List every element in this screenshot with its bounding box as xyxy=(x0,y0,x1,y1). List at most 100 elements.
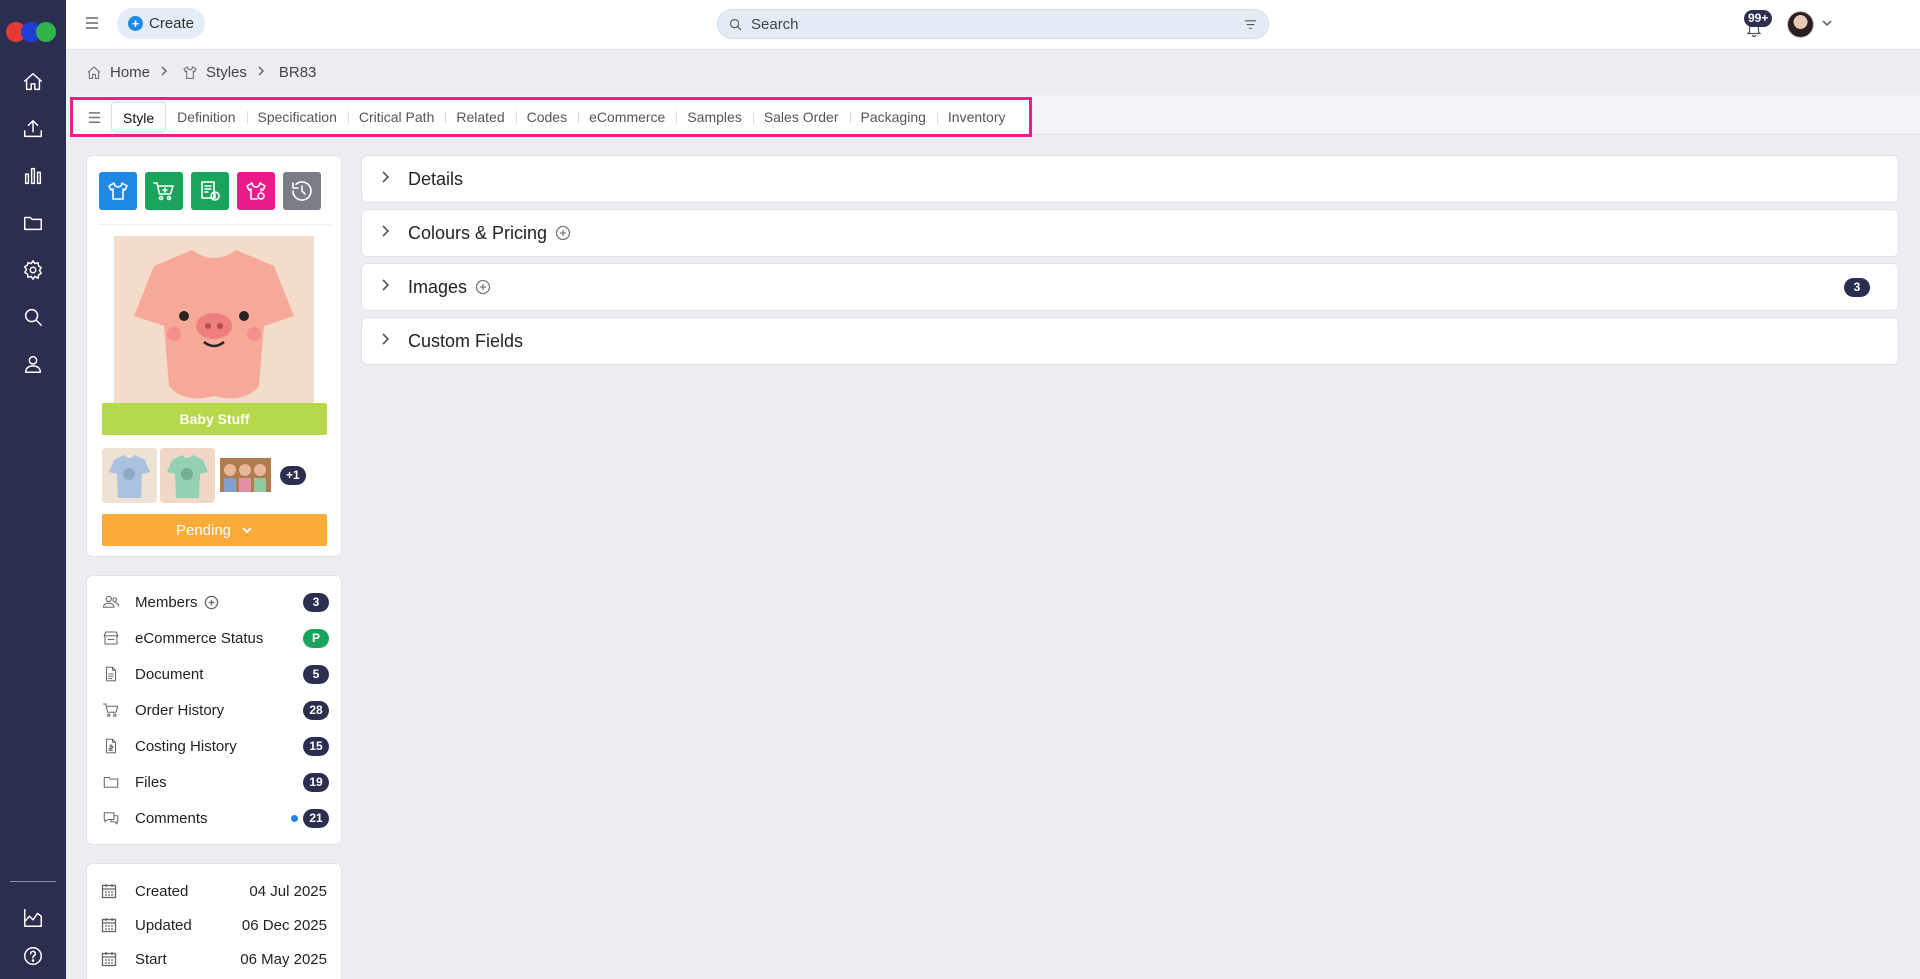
summary-card: Members 3 eCommerce Status P Document 5 … xyxy=(86,575,342,845)
tshirt-settings-icon[interactable] xyxy=(237,172,275,210)
search-icon[interactable] xyxy=(21,305,45,329)
tshirt-icon[interactable] xyxy=(99,172,137,210)
brand-label: Baby Stuff xyxy=(102,403,327,435)
tab-menu-icon[interactable] xyxy=(81,104,107,130)
left-rail xyxy=(0,0,66,979)
ecommerce-status-item[interactable]: eCommerce Status P xyxy=(87,620,341,656)
updated-label: Updated xyxy=(135,916,192,934)
chevron-right-icon xyxy=(378,170,392,189)
chevron-right-icon xyxy=(255,64,267,81)
members-label: Members xyxy=(135,593,198,611)
members-icon xyxy=(101,592,121,612)
chevron-right-icon xyxy=(378,332,392,351)
cart-icon xyxy=(101,700,121,720)
costing-document-icon xyxy=(101,736,121,756)
home-icon[interactable] xyxy=(21,70,45,94)
images-count: 3 xyxy=(1844,278,1870,297)
tab-packaging[interactable]: Packaging xyxy=(849,102,937,132)
menu-toggle-icon[interactable] xyxy=(84,15,104,31)
colours-pricing-section[interactable]: Colours & Pricing xyxy=(361,209,1899,257)
create-label: Create xyxy=(149,15,195,32)
section-title: Colours & Pricing xyxy=(408,222,548,243)
upload-icon[interactable] xyxy=(21,117,45,141)
order-history-label: Order History xyxy=(135,701,225,719)
breadcrumb-styles[interactable]: Styles xyxy=(206,64,247,81)
history-icon[interactable] xyxy=(283,172,321,210)
document-item[interactable]: Document 5 xyxy=(87,656,341,692)
breadcrumb-home[interactable]: Home xyxy=(110,64,150,81)
breadcrumb: Home Styles BR83 xyxy=(86,64,316,81)
tab-style[interactable]: Style xyxy=(111,102,167,132)
cart-add-icon[interactable] xyxy=(145,172,183,210)
order-history-item[interactable]: Order History 28 xyxy=(87,692,341,728)
status-dropdown[interactable]: Pending xyxy=(102,514,327,546)
chevron-right-icon xyxy=(378,278,392,297)
order-history-count: 28 xyxy=(303,700,329,720)
costing-history-count: 15 xyxy=(303,736,329,756)
members-count: 3 xyxy=(303,592,329,612)
images-section[interactable]: Images 3 xyxy=(361,263,1899,311)
chevron-down-icon[interactable] xyxy=(1820,16,1834,30)
tab-critical-path[interactable]: Critical Path xyxy=(347,102,445,132)
updated-date-row: Updated 06 Dec 2025 xyxy=(87,908,341,942)
add-circle-icon[interactable] xyxy=(555,225,571,241)
gear-icon[interactable] xyxy=(21,258,45,282)
section-title: Details xyxy=(408,168,464,189)
search-bar xyxy=(717,9,1269,39)
analytics-icon[interactable] xyxy=(21,906,45,930)
chevron-right-icon xyxy=(158,64,170,81)
user-icon[interactable] xyxy=(21,352,45,376)
ecommerce-status-badge: P xyxy=(303,628,329,648)
add-circle-icon[interactable] xyxy=(475,279,491,295)
thumbnail-image[interactable] xyxy=(160,448,215,503)
costing-history-label: Costing History xyxy=(135,737,237,755)
updated-value: 06 Dec 2025 xyxy=(241,916,327,934)
thumbnail-strip: +1 xyxy=(102,448,306,503)
files-count: 19 xyxy=(303,772,329,792)
filter-icon[interactable] xyxy=(1243,17,1258,32)
search-input[interactable] xyxy=(751,15,1235,33)
tab-bar: Style Definition Specification Critical … xyxy=(70,97,1032,137)
costing-history-item[interactable]: Costing History 15 xyxy=(87,728,341,764)
help-icon[interactable] xyxy=(21,944,45,968)
document-label: Document xyxy=(135,665,204,683)
folder-icon xyxy=(101,772,121,792)
notifications-badge: 99+ xyxy=(1744,10,1773,27)
chevron-right-icon xyxy=(378,224,392,243)
thumbnail-image[interactable] xyxy=(218,448,273,503)
files-item[interactable]: Files 19 xyxy=(87,764,341,800)
create-button[interactable]: + Create xyxy=(117,8,205,39)
comments-icon xyxy=(101,808,121,828)
more-images-badge[interactable]: +1 xyxy=(280,466,306,485)
calendar-icon xyxy=(101,883,121,899)
bar-chart-icon[interactable] xyxy=(21,164,45,188)
folder-icon[interactable] xyxy=(21,211,45,235)
comments-label: Comments xyxy=(135,809,208,827)
add-circle-icon[interactable] xyxy=(204,595,219,610)
tab-definition[interactable]: Definition xyxy=(166,102,246,132)
members-item[interactable]: Members 3 xyxy=(87,584,341,620)
start-label: Start xyxy=(135,950,167,968)
action-icons xyxy=(99,172,321,210)
product-image[interactable] xyxy=(114,236,314,404)
tab-ecommerce[interactable]: eCommerce xyxy=(578,102,676,132)
status-label: Pending xyxy=(175,521,232,539)
tab-codes[interactable]: Codes xyxy=(515,102,578,132)
tab-specification[interactable]: Specification xyxy=(246,102,348,132)
created-label: Created xyxy=(135,882,189,900)
store-icon xyxy=(101,628,121,648)
costing-icon[interactable] xyxy=(191,172,229,210)
details-section[interactable]: Details xyxy=(361,155,1899,203)
thumbnail-image[interactable] xyxy=(102,448,157,503)
tab-samples[interactable]: Samples xyxy=(676,102,752,132)
comments-item[interactable]: Comments 21 xyxy=(87,800,341,836)
avatar[interactable] xyxy=(1787,11,1814,38)
rail-divider xyxy=(10,881,56,882)
tab-inventory[interactable]: Inventory xyxy=(936,102,1017,132)
tab-sales-order[interactable]: Sales Order xyxy=(752,102,850,132)
chevron-down-icon xyxy=(242,527,252,534)
tab-related[interactable]: Related xyxy=(445,102,515,132)
search-icon xyxy=(729,18,742,31)
app-logo[interactable] xyxy=(6,22,60,42)
custom-fields-section[interactable]: Custom Fields xyxy=(361,317,1899,365)
